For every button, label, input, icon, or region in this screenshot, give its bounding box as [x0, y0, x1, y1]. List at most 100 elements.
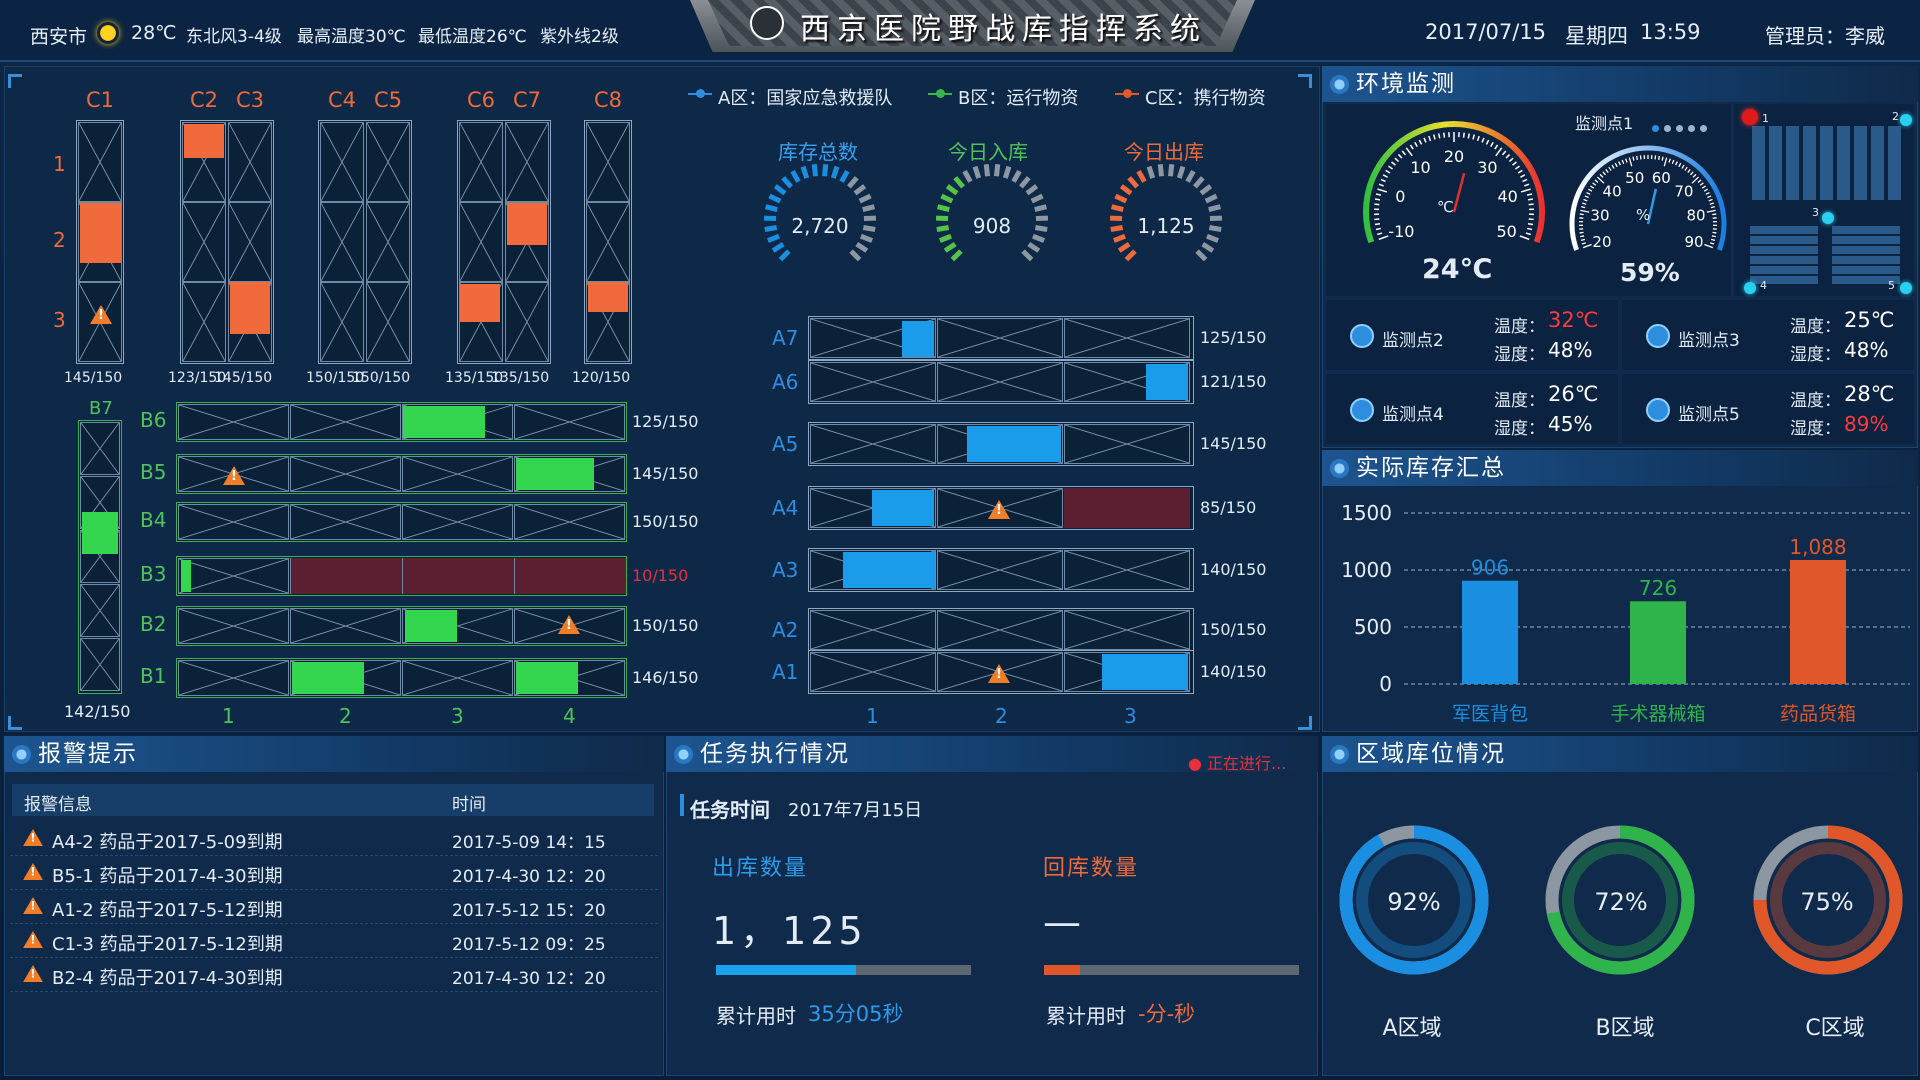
kpi-gauge-tick — [778, 249, 791, 262]
alarm-panel-title: 报警提示 — [4, 736, 664, 772]
b-storage-cell[interactable] — [290, 404, 401, 440]
humid-gauge-tick — [1614, 162, 1618, 168]
b3-block-4[interactable] — [515, 558, 626, 594]
a-storage-cell[interactable] — [1064, 318, 1190, 358]
a-storage-cell[interactable] — [937, 610, 1063, 650]
a4-fill[interactable] — [872, 490, 934, 526]
c7-row2-fill[interactable] — [507, 203, 547, 245]
sensor-marker[interactable] — [1744, 282, 1756, 294]
a3-fill[interactable] — [843, 552, 935, 588]
c-storage-cell[interactable] — [182, 202, 226, 282]
b-storage-cell[interactable] — [402, 504, 513, 540]
b-storage-cell[interactable] — [290, 608, 401, 644]
task-time-label: 任务时间 — [690, 798, 770, 822]
temp-gauge-tick — [1374, 222, 1381, 226]
b2-fill[interactable] — [405, 610, 457, 642]
b-storage-cell[interactable] — [514, 404, 625, 440]
b6-fill[interactable] — [403, 406, 485, 438]
a-storage-cell[interactable] — [810, 424, 936, 464]
a-storage-cell[interactable] — [810, 362, 936, 402]
a-storage-cell[interactable] — [937, 362, 1063, 402]
env-temp-value: 28℃ — [1844, 382, 1895, 406]
c-storage-cell[interactable] — [320, 122, 364, 202]
chart-bar — [1462, 580, 1518, 684]
c-storage-cell[interactable] — [182, 282, 226, 362]
c1-row2-fill[interactable] — [80, 203, 121, 263]
c-storage-cell[interactable] — [586, 202, 630, 282]
kpi-gauge-tick — [962, 169, 973, 183]
a-storage-cell[interactable] — [1064, 550, 1190, 590]
c8-row3-fill[interactable] — [588, 282, 628, 312]
a6-fill[interactable] — [1146, 364, 1188, 400]
a-storage-cell[interactable] — [810, 652, 936, 692]
b7-storage-cell[interactable] — [80, 422, 120, 475]
c6-row3-fill[interactable] — [460, 284, 500, 322]
b-storage-cell[interactable] — [178, 404, 289, 440]
c-storage-cell[interactable] — [228, 122, 272, 202]
humid-gauge-tick-label: 20 — [1592, 233, 1611, 251]
b7-storage-cell[interactable] — [80, 584, 120, 637]
a4-block-3[interactable] — [1064, 488, 1190, 528]
humid-gauge-tick — [1710, 242, 1715, 245]
c-storage-cell[interactable] — [320, 202, 364, 282]
temp-gauge-tick-label: 30 — [1477, 158, 1497, 177]
c-storage-cell[interactable] — [505, 122, 549, 202]
sensor-map-label: 1 — [1762, 112, 1769, 125]
a-storage-cell[interactable] — [937, 550, 1063, 590]
a7-fill[interactable] — [902, 321, 934, 357]
b-storage-cell[interactable] — [178, 558, 289, 594]
a-storage-cell[interactable] — [810, 610, 936, 650]
c-storage-cell[interactable] — [586, 122, 630, 202]
c-storage-cell[interactable] — [366, 202, 410, 282]
a-storage-cell[interactable] — [1064, 610, 1190, 650]
env-humid-label: 湿度： — [1790, 419, 1841, 439]
a1-warning-icon — [988, 664, 1010, 683]
thermometer-icon — [1646, 324, 1670, 348]
c-storage-cell[interactable] — [320, 282, 364, 362]
b7-fill[interactable] — [82, 512, 118, 554]
b-storage-cell[interactable] — [178, 504, 289, 540]
chart-data-label: 726 — [1639, 576, 1677, 600]
temp-gauge-tick — [1414, 141, 1418, 147]
c-storage-cell[interactable] — [228, 202, 272, 282]
env-point-name: 监测点3 — [1678, 331, 1740, 351]
b-row-label: B2 — [140, 612, 167, 636]
sensor-marker[interactable] — [1900, 282, 1912, 294]
c-storage-cell[interactable] — [505, 282, 549, 362]
c-storage-cell[interactable] — [366, 122, 410, 202]
kpi-gauge-tick — [773, 184, 787, 196]
b-storage-cell[interactable] — [402, 456, 513, 492]
a-storage-cell[interactable] — [937, 318, 1063, 358]
b7-storage-cell[interactable] — [80, 638, 120, 691]
b-storage-cell[interactable] — [290, 504, 401, 540]
b1-fill[interactable] — [292, 662, 364, 694]
c-storage-cell[interactable] — [459, 122, 503, 202]
b-storage-cell[interactable] — [290, 456, 401, 492]
b5-fill[interactable] — [516, 458, 594, 490]
humid-gauge-tick — [1681, 164, 1685, 169]
b-storage-cell[interactable] — [402, 660, 513, 696]
zone-c-name: C区域 — [1805, 1016, 1865, 1041]
a-storage-cell[interactable] — [1064, 424, 1190, 464]
sensor-marker[interactable] — [1900, 114, 1912, 126]
humid-gauge-tick — [1580, 209, 1590, 213]
c-storage-cell[interactable] — [366, 282, 410, 362]
a-capacity-label: 140/150 — [1200, 560, 1267, 579]
sensor-marker[interactable] — [1822, 212, 1834, 224]
kpi-gauge-tick — [771, 242, 785, 253]
b-capacity-label: 150/150 — [632, 512, 699, 531]
a5-fill[interactable] — [967, 426, 1061, 462]
c-storage-cell[interactable] — [78, 122, 122, 202]
b-storage-cell[interactable] — [178, 608, 289, 644]
b-storage-cell[interactable] — [514, 504, 625, 540]
c-storage-cell[interactable] — [459, 202, 503, 282]
b1-fill-4[interactable] — [516, 662, 578, 694]
kpi-gauge-tick — [860, 233, 874, 243]
b3-block-2[interactable] — [291, 558, 402, 594]
b3-fill[interactable] — [181, 560, 191, 592]
b-storage-cell[interactable] — [178, 660, 289, 696]
c3-row3-fill[interactable] — [230, 282, 270, 334]
a1-fill[interactable] — [1102, 654, 1188, 690]
c2-row1-fill[interactable] — [184, 124, 224, 158]
b3-block-3[interactable] — [403, 558, 514, 594]
